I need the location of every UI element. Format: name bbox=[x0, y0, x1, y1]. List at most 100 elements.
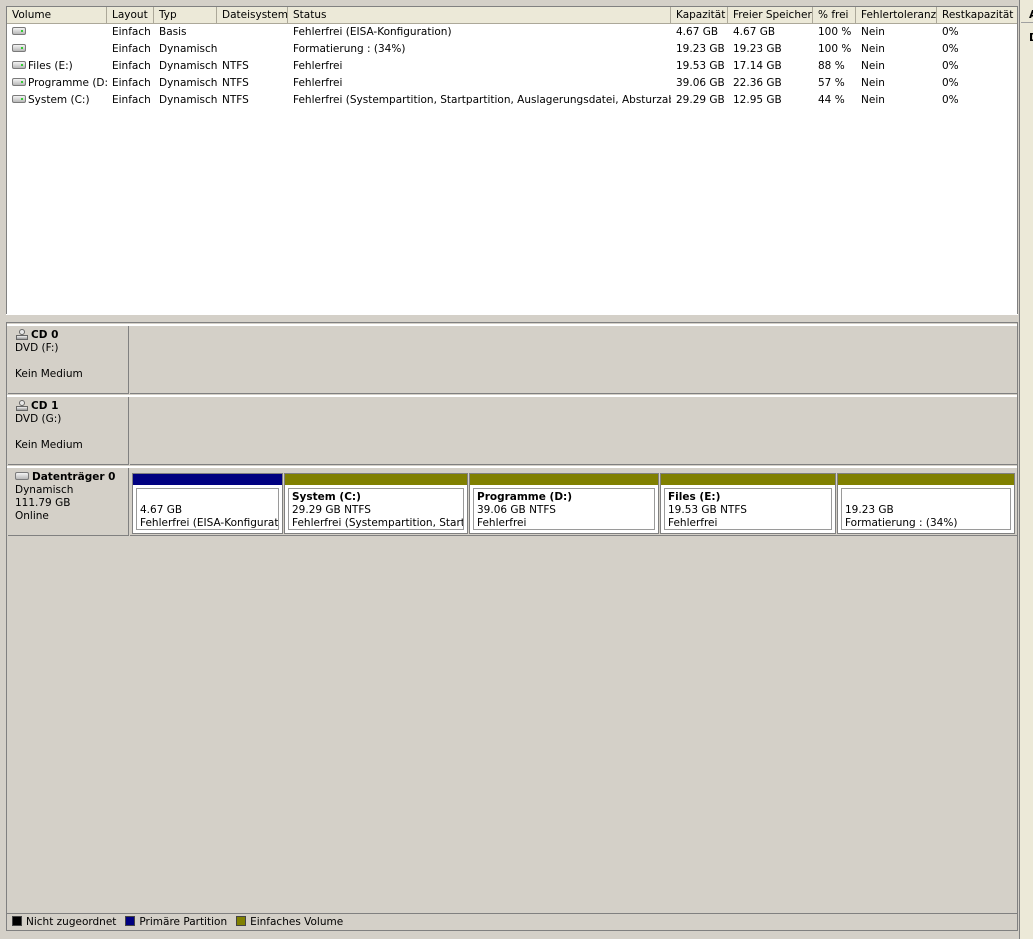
action-pane-divider bbox=[1021, 22, 1033, 23]
volume-fault-cell: Nein bbox=[861, 43, 885, 55]
volume-capacity-cell: 19.23 GB bbox=[676, 43, 725, 55]
partition-info: 4.67 GB Fehlerfrei (EISA-Konfiguration) bbox=[136, 488, 279, 530]
column-header-layout[interactable]: Layout bbox=[107, 7, 154, 23]
partition-info: System (C:) 29.29 GB NTFS Fehlerfrei (Sy… bbox=[288, 488, 464, 530]
column-header-capacity[interactable]: Kapazität bbox=[671, 7, 728, 23]
volume-type-cell: Dynamisch bbox=[159, 77, 217, 89]
volume-free-cell: 4.67 GB bbox=[733, 26, 776, 38]
legend-item-primary: Primäre Partition bbox=[125, 914, 227, 930]
drive-icon bbox=[12, 78, 26, 86]
volume-fs-cell: NTFS bbox=[222, 60, 249, 72]
disk-label[interactable]: Datenträger 0 Dynamisch 111.79 GB Online bbox=[8, 468, 129, 536]
partition-status: Fehlerfrei (EISA-Konfiguration) bbox=[140, 517, 279, 529]
partition-size: 39.06 GB NTFS bbox=[477, 504, 556, 516]
disk-row-cd0[interactable]: CD 0 DVD (F:) Kein Medium bbox=[7, 326, 1017, 396]
hard-disk-icon bbox=[15, 472, 29, 480]
volume-layout-cell: Einfach bbox=[112, 94, 151, 106]
partition-block[interactable]: Files (E:) 19.53 GB NTFS Fehlerfrei bbox=[660, 473, 836, 534]
volume-layout-cell: Einfach bbox=[112, 60, 151, 72]
partition-color-bar bbox=[470, 474, 658, 485]
disk-body bbox=[130, 397, 1017, 465]
disk-label[interactable]: CD 0 DVD (F:) Kein Medium bbox=[8, 326, 129, 394]
volume-list-header: Volume Layout Typ Dateisystem Status Kap… bbox=[7, 7, 1017, 24]
volume-status-cell: Fehlerfrei (EISA-Konfiguration) bbox=[293, 26, 452, 38]
partition-info: Files (E:) 19.53 GB NTFS Fehlerfrei bbox=[664, 488, 832, 530]
drive-icon bbox=[12, 27, 26, 35]
volume-name-cell: Programme (D:) bbox=[7, 75, 107, 92]
partition-size: 29.29 GB NTFS bbox=[292, 504, 371, 516]
partition-block[interactable]: System (C:) 29.29 GB NTFS Fehlerfrei (Sy… bbox=[284, 473, 468, 534]
disk-body bbox=[130, 326, 1017, 394]
volume-overhead-cell: 0% bbox=[942, 94, 959, 106]
partition-status: Fehlerfrei (Systempartition, Startpartit… bbox=[292, 517, 463, 529]
volume-list[interactable]: Volume Layout Typ Dateisystem Status Kap… bbox=[7, 7, 1017, 314]
partition-color-bar bbox=[838, 474, 1014, 485]
partition-size: 19.23 GB bbox=[845, 504, 894, 516]
volume-status-cell: Formatierung : (34%) bbox=[293, 43, 406, 55]
volume-fs-cell: NTFS bbox=[222, 94, 249, 106]
volume-capacity-cell: 4.67 GB bbox=[676, 26, 719, 38]
action-pane[interactable]: A D bbox=[1019, 0, 1033, 939]
volume-fault-cell: Nein bbox=[861, 77, 885, 89]
partition-info: Programme (D:) 39.06 GB NTFS Fehlerfrei bbox=[473, 488, 655, 530]
volume-layout-cell: Einfach bbox=[112, 43, 151, 55]
column-header-overhead[interactable]: Restkapazität bbox=[937, 7, 1017, 23]
volume-status-cell: Fehlerfrei bbox=[293, 60, 343, 72]
column-header-status[interactable]: Status bbox=[288, 7, 671, 23]
legend-swatch bbox=[125, 916, 136, 926]
volume-capacity-cell: 29.29 GB bbox=[676, 94, 725, 106]
disk-row-cd1[interactable]: CD 1 DVD (G:) Kein Medium bbox=[7, 397, 1017, 467]
partition-name: System (C:) bbox=[292, 491, 361, 503]
column-header-volume[interactable]: Volume bbox=[7, 7, 107, 23]
volume-overhead-cell: 0% bbox=[942, 60, 959, 72]
partition-color-bar bbox=[285, 474, 467, 485]
volume-free-cell: 19.23 GB bbox=[733, 43, 782, 55]
disk-status: Kein Medium bbox=[15, 368, 83, 380]
column-header-fault-tolerance[interactable]: Fehlertoleranz bbox=[856, 7, 937, 23]
volume-overhead-cell: 0% bbox=[942, 26, 959, 38]
column-header-free-space[interactable]: Freier Speicher bbox=[728, 7, 813, 23]
legend-item-simple: Einfaches Volume bbox=[236, 914, 343, 930]
drive-icon bbox=[12, 61, 26, 69]
partition-block[interactable]: Programme (D:) 39.06 GB NTFS Fehlerfrei bbox=[469, 473, 659, 534]
volume-fs-cell bbox=[217, 41, 288, 58]
volume-row[interactable]: Files (E:) Einfach Dynamisch NTFS Fehler… bbox=[7, 58, 1017, 75]
disk-status: Online bbox=[15, 510, 49, 522]
volume-pct-cell: 57 % bbox=[818, 77, 845, 89]
partition-name: Files (E:) bbox=[668, 491, 721, 503]
legend-swatch bbox=[12, 916, 22, 926]
partition-status: Fehlerfrei bbox=[477, 517, 527, 529]
action-pane-header: A bbox=[1029, 8, 1033, 21]
partition-size: 19.53 GB NTFS bbox=[668, 504, 747, 516]
disk-size: 111.79 GB bbox=[15, 497, 71, 509]
volume-fs-cell bbox=[217, 24, 288, 41]
disk-status: Kein Medium bbox=[15, 439, 83, 451]
column-header-percent-free[interactable]: % frei bbox=[813, 7, 856, 23]
pane-splitter[interactable] bbox=[6, 314, 1018, 323]
volume-name-cell bbox=[7, 24, 107, 41]
disk-graphical-view[interactable]: CD 0 DVD (F:) Kein Medium CD 1 DVD (G:) … bbox=[7, 324, 1017, 912]
volume-pct-cell: 44 % bbox=[818, 94, 845, 106]
action-pane-item[interactable]: D bbox=[1029, 31, 1033, 44]
disk-row-disk0[interactable]: Datenträger 0 Dynamisch 111.79 GB Online… bbox=[7, 468, 1017, 538]
volume-layout-cell: Einfach bbox=[112, 77, 151, 89]
volume-status-cell: Fehlerfrei bbox=[293, 77, 343, 89]
volume-free-cell: 12.95 GB bbox=[733, 94, 782, 106]
volume-pct-cell: 100 % bbox=[818, 43, 852, 55]
partition-block[interactable]: 4.67 GB Fehlerfrei (EISA-Konfiguration) bbox=[132, 473, 283, 534]
volume-row[interactable]: Einfach Dynamisch Formatierung : (34%) 1… bbox=[7, 41, 1017, 58]
volume-row[interactable]: System (C:) Einfach Dynamisch NTFS Fehle… bbox=[7, 92, 1017, 109]
volume-pct-cell: 88 % bbox=[818, 60, 845, 72]
volume-row[interactable]: Programme (D:) Einfach Dynamisch NTFS Fe… bbox=[7, 75, 1017, 92]
volume-capacity-cell: 39.06 GB bbox=[676, 77, 725, 89]
disk-type: DVD (F:) bbox=[15, 342, 59, 354]
column-header-type[interactable]: Typ bbox=[154, 7, 217, 23]
volume-row[interactable]: Einfach Basis Fehlerfrei (EISA-Konfigura… bbox=[7, 24, 1017, 41]
disk-name: CD 0 bbox=[31, 329, 59, 341]
disk-label[interactable]: CD 1 DVD (G:) Kein Medium bbox=[8, 397, 129, 465]
volume-name-cell: Files (E:) bbox=[7, 58, 107, 75]
column-header-filesystem[interactable]: Dateisystem bbox=[217, 7, 288, 23]
partition-block[interactable]: 19.23 GB Formatierung : (34%) bbox=[837, 473, 1015, 534]
partition-name: Programme (D:) bbox=[477, 491, 573, 503]
volume-type-cell: Dynamisch bbox=[159, 60, 217, 72]
